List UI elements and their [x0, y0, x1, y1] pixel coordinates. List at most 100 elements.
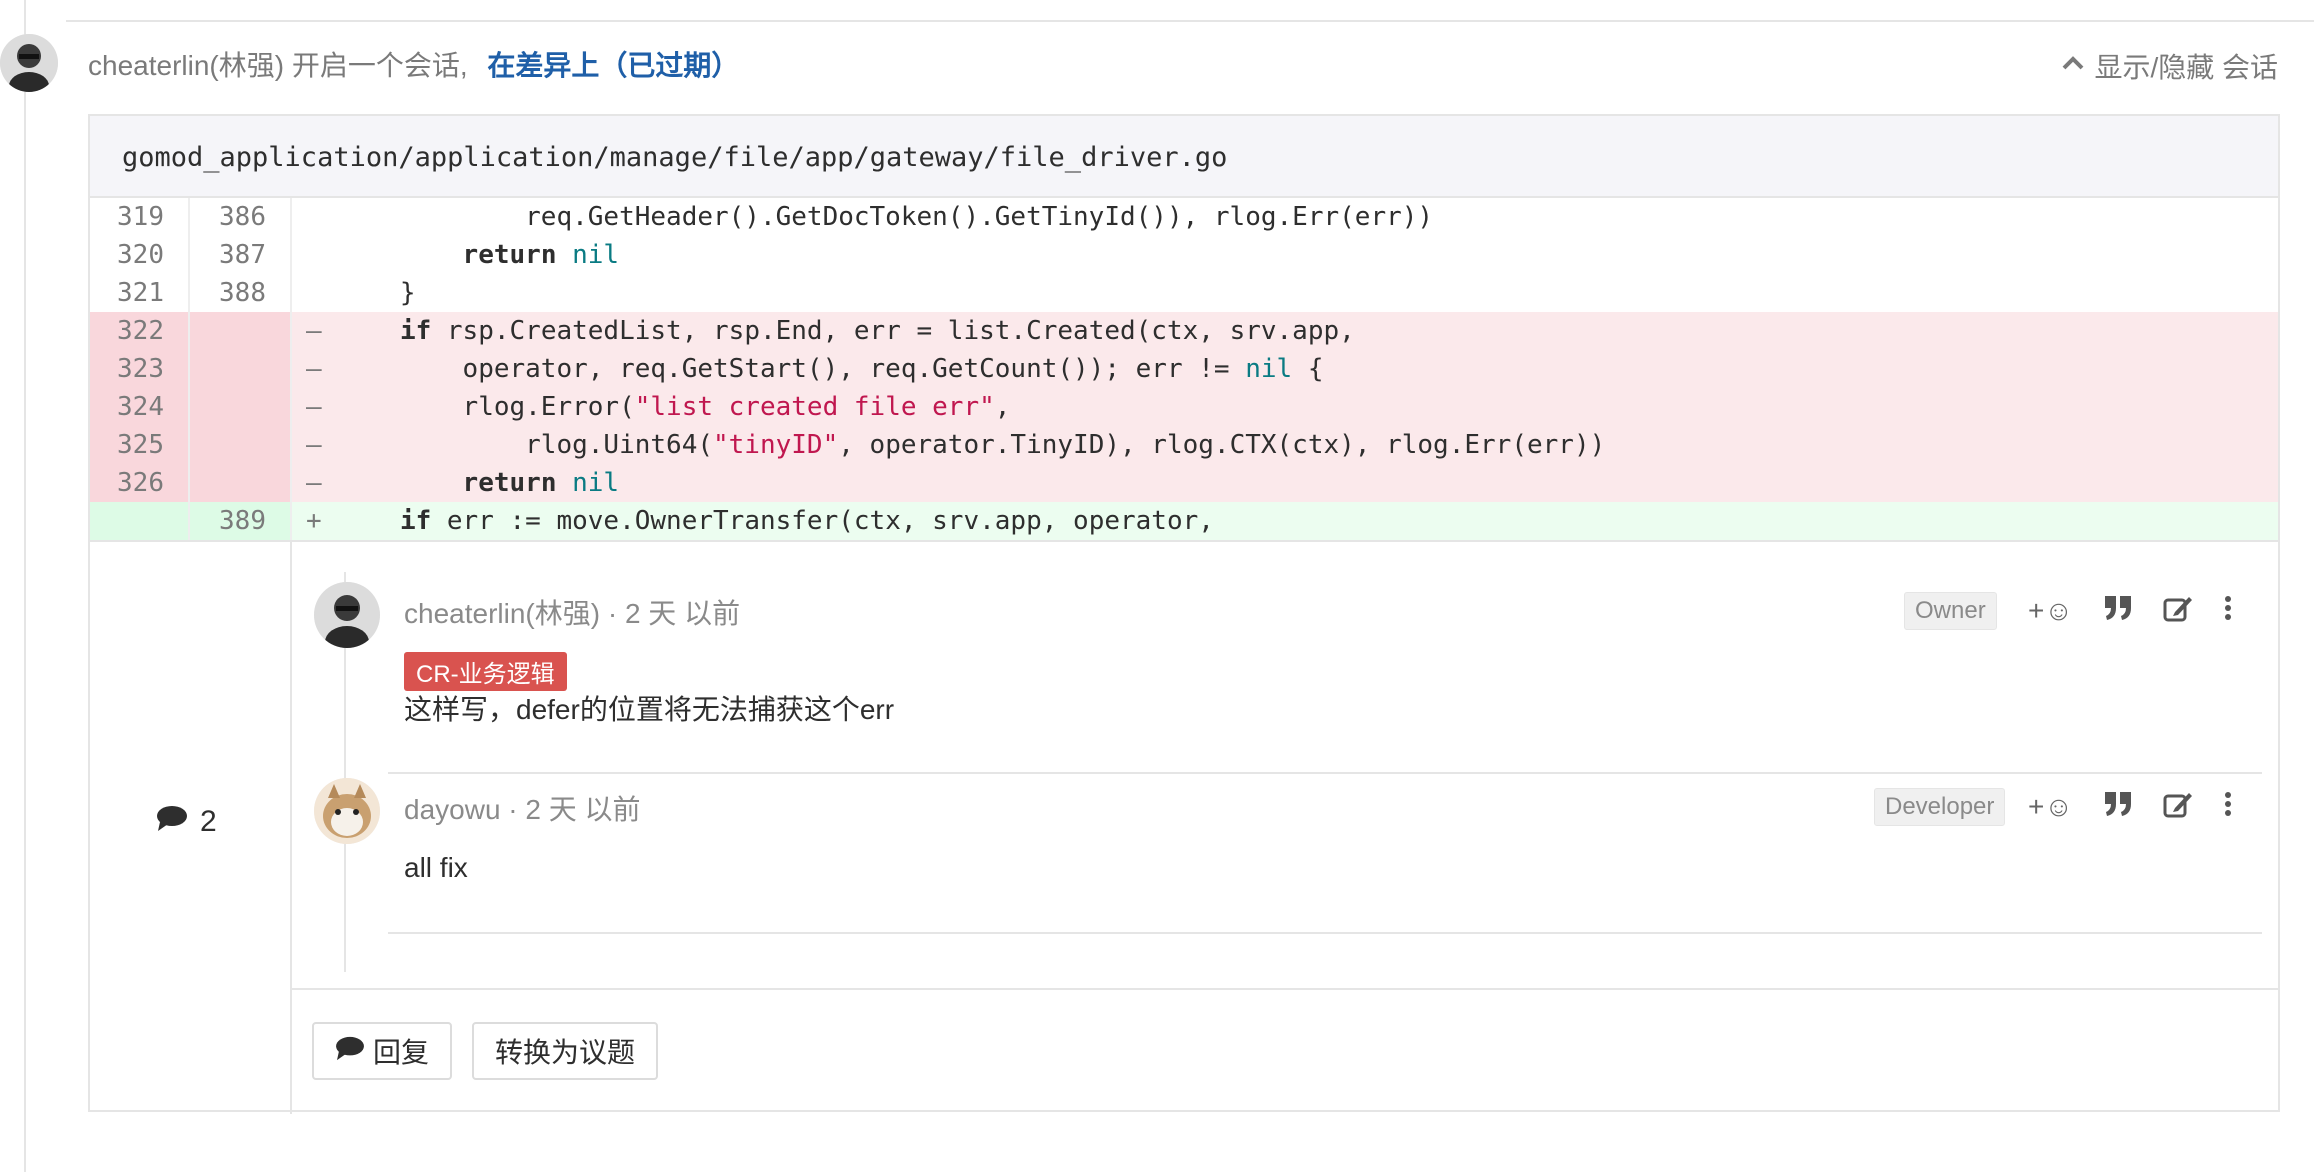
reply-button[interactable]: 回复	[312, 1022, 452, 1080]
old-line-number[interactable]: 323	[90, 350, 190, 388]
diff-line: 326 – return nil	[90, 464, 2278, 502]
code-token: return	[462, 468, 557, 498]
diff-sign: –	[306, 316, 322, 346]
convert-to-issue-button[interactable]: 转换为议题	[472, 1022, 658, 1080]
discussion-target-link[interactable]: 在差异上（已过期）	[487, 50, 739, 81]
note-author[interactable]: cheaterlin(林强)	[404, 598, 600, 629]
new-line-number[interactable]: 386	[190, 198, 292, 236]
award-emoji-icon[interactable]: +☺	[2028, 791, 2073, 823]
code-token: operator, req.GetStart(), req.GetCount()…	[368, 354, 1246, 384]
code-token: nil	[572, 468, 620, 498]
note-body: 这样写，defer的位置将无法捕获这个err	[404, 694, 895, 725]
code-content: + if err := move.OwnerTransfer(ctx, srv.…	[292, 502, 2278, 540]
new-line-number[interactable]	[190, 464, 292, 502]
new-line-number[interactable]	[190, 426, 292, 464]
code-token: }	[368, 278, 416, 308]
note-divider	[388, 772, 2262, 774]
code-token: return	[462, 240, 557, 270]
diff-line: 324 – rlog.Error("list created file err",	[90, 388, 2278, 426]
avatar[interactable]	[314, 582, 380, 648]
code-token: "list created file err"	[634, 392, 995, 422]
notes-section: 2 cheaterlin(林强) · 2 天 以前 Owner +☺ CR-业务…	[90, 540, 2280, 1116]
timeline-line	[24, 0, 26, 1172]
quote-icon[interactable]	[2103, 790, 2133, 823]
old-line-number[interactable]: 325	[90, 426, 190, 464]
new-line-number[interactable]: 387	[190, 236, 292, 274]
diff-line: 319 386 req.GetHeader().GetDocToken().Get…	[90, 198, 2278, 236]
convert-button-label: 转换为议题	[494, 1037, 635, 1068]
discussion-header: cheaterlin(林强) 开启一个会话, 在差异上（已过期）	[88, 44, 739, 84]
diff-sign: –	[306, 354, 322, 384]
code-content: return nil	[292, 236, 2278, 274]
code-content: – rlog.Uint64("tinyID", operator.TinyID)…	[292, 426, 2278, 464]
note-label[interactable]: CR-业务逻辑	[404, 652, 567, 691]
code-token: if	[399, 316, 432, 346]
diff-sign: –	[306, 430, 322, 460]
code-token: req.GetHeader().GetDocToken().GetTinyId(…	[368, 202, 1434, 232]
diff-table: 319 386 req.GetHeader().GetDocToken().Get…	[90, 198, 2278, 540]
old-line-number[interactable]: 321	[90, 274, 190, 312]
new-line-number[interactable]: 388	[190, 274, 292, 312]
note-author[interactable]: dayowu	[404, 794, 501, 825]
notes-gutter: 2	[90, 542, 292, 1114]
toggle-discussion-button[interactable]: 显示/隐藏 会话	[2060, 46, 2278, 86]
comment-icon	[156, 804, 188, 840]
file-path[interactable]: gomod_application/application/manage/fil…	[90, 116, 2278, 198]
quote-icon[interactable]	[2103, 594, 2133, 627]
code-token: if	[399, 506, 432, 536]
old-line-number[interactable]: 320	[90, 236, 190, 274]
award-emoji-icon[interactable]: +☺	[2028, 595, 2073, 627]
new-line-number[interactable]	[190, 350, 292, 388]
note: cheaterlin(林强) · 2 天 以前 Owner +☺ CR-业务逻辑…	[294, 582, 2280, 740]
code-token: {	[1292, 354, 1324, 384]
note-header: dayowu · 2 天 以前	[404, 788, 641, 828]
note-divider	[388, 932, 2262, 934]
note: dayowu · 2 天 以前 Developer +☺ all fix	[294, 778, 2280, 928]
new-line-number[interactable]	[190, 312, 292, 350]
more-icon[interactable]	[2223, 790, 2233, 823]
old-line-number[interactable]	[90, 502, 190, 540]
diff-line: 325 – rlog.Uint64("tinyID", operator.Tiny…	[90, 426, 2278, 464]
more-icon[interactable]	[2223, 594, 2233, 627]
code-token: nil	[572, 240, 620, 270]
diff-line: 320 387 return nil	[90, 236, 2278, 274]
old-line-number[interactable]: 326	[90, 464, 190, 502]
code-token: err := move.OwnerTransfer(ctx, srv.app, …	[431, 506, 1214, 536]
old-line-number[interactable]: 322	[90, 312, 190, 350]
discussion-author[interactable]: cheaterlin(林强)	[88, 50, 284, 81]
old-line-number[interactable]: 324	[90, 388, 190, 426]
code-content: }	[292, 274, 2278, 312]
code-token: rsp.CreatedList, rsp.End, err = list.Cre…	[431, 316, 1355, 346]
code-content: – rlog.Error("list created file err",	[292, 388, 2278, 426]
note-time: · 2 天 以前	[508, 794, 641, 825]
avatar[interactable]	[314, 778, 380, 844]
edit-icon[interactable]	[2163, 790, 2193, 823]
edit-icon[interactable]	[2163, 594, 2193, 627]
note-header: cheaterlin(林强) · 2 天 以前	[404, 592, 740, 632]
reply-button-label: 回复	[372, 1037, 429, 1068]
note-actions: +☺	[2028, 790, 2233, 823]
discussion-box: gomod_application/application/manage/fil…	[88, 114, 2280, 1116]
new-line-number[interactable]: 389	[190, 502, 292, 540]
diff-line: 389 + if err := move.OwnerTransfer(ctx, s…	[90, 502, 2278, 540]
new-line-number[interactable]	[190, 388, 292, 426]
code-token: rlog.Error(	[368, 392, 635, 422]
role-badge: Developer	[1874, 788, 2006, 826]
role-badge: Owner	[1904, 592, 1997, 630]
code-content: – operator, req.GetStart(), req.GetCount…	[292, 350, 2278, 388]
code-token: nil	[1245, 354, 1293, 384]
diff-line: 323 – operator, req.GetStart(), req.GetCo…	[90, 350, 2278, 388]
diff-line: 321 388 }	[90, 274, 2278, 312]
avatar[interactable]	[0, 34, 58, 92]
divider	[66, 20, 2314, 22]
diff-sign: –	[306, 468, 322, 498]
reply-area: 回复 转换为议题	[292, 988, 2280, 1116]
comment-count-value: 2	[200, 805, 217, 838]
old-line-number[interactable]: 319	[90, 198, 190, 236]
code-token: , operator.TinyID), rlog.CTX(ctx), rlog.…	[838, 430, 1606, 460]
